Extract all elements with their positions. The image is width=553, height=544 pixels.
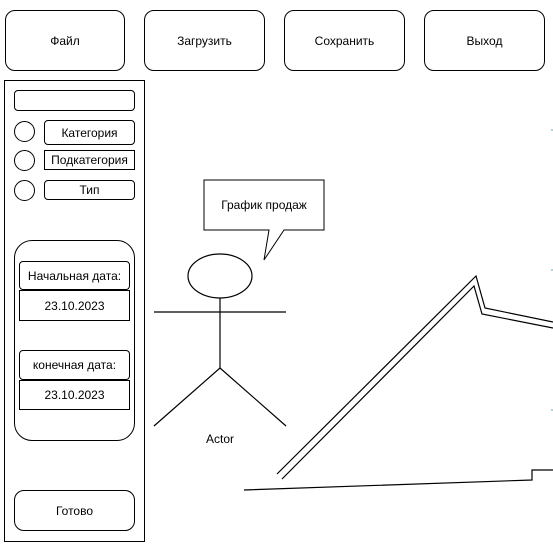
sales-line-inner: [281, 284, 553, 480]
actor-label: Actor: [205, 432, 234, 446]
actor-leg-right: [219, 367, 287, 427]
callout-text: График продаж: [221, 198, 307, 212]
diagram-canvas: [153, 129, 553, 491]
actor-head: [187, 253, 253, 299]
graph-baseline: [243, 469, 553, 491]
sales-line-outer: [276, 274, 553, 475]
callout-bubble: [203, 179, 325, 261]
actor-figure: [153, 253, 287, 427]
actor-leg-left: [153, 367, 221, 427]
